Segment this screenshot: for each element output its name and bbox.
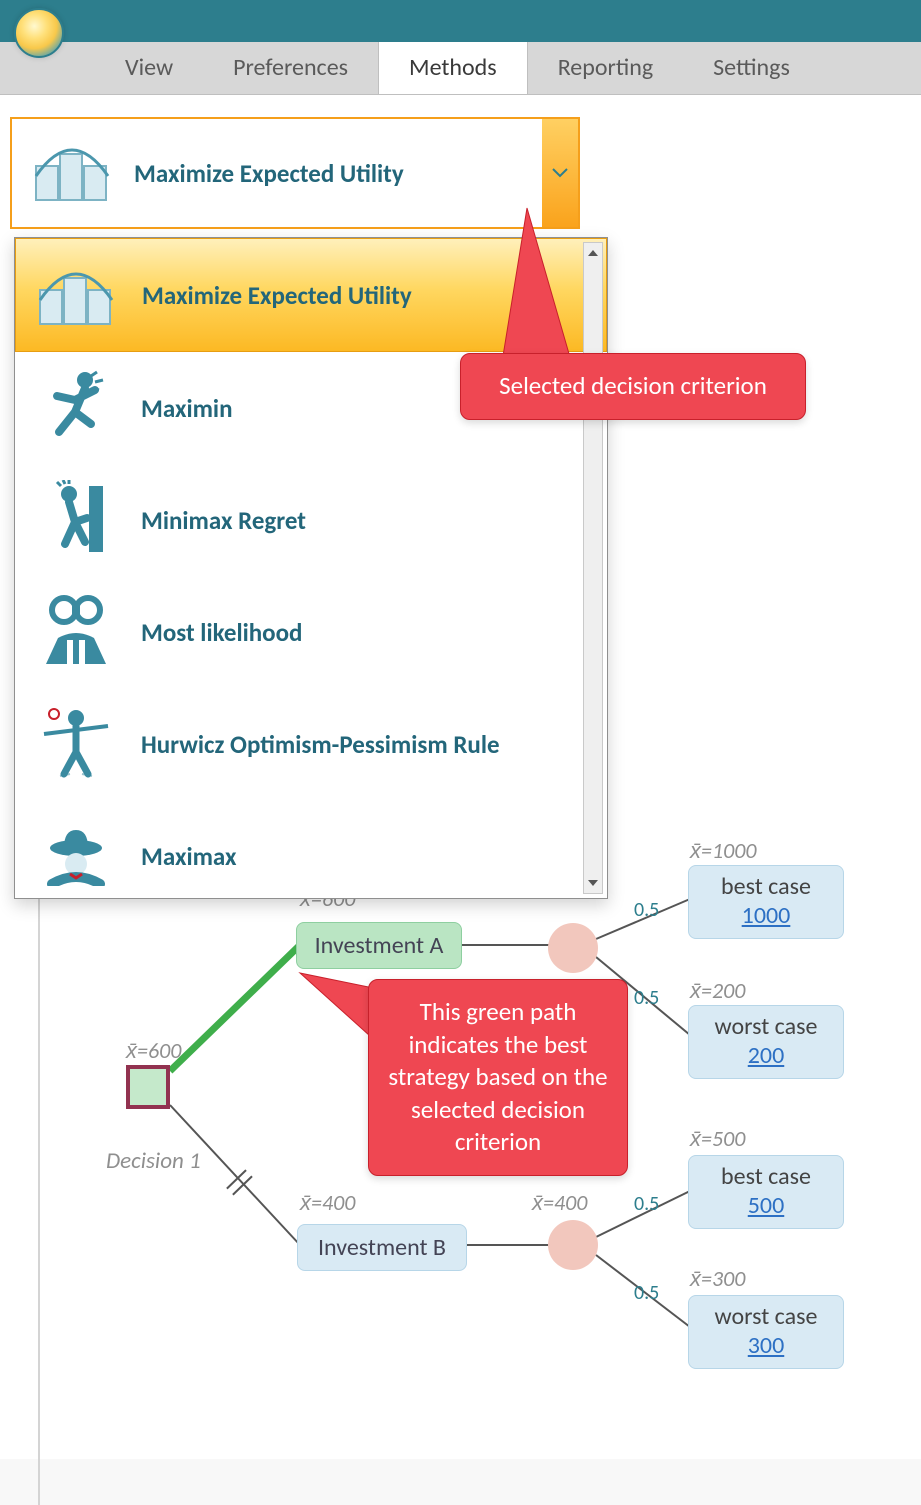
callout-green-path: This green path indicates the best strat… <box>368 979 628 1176</box>
titlebar <box>0 0 921 42</box>
tab-reporting[interactable]: Reporting <box>528 41 683 94</box>
callout-pointer-2 <box>0 95 921 1459</box>
tab-preferences[interactable]: Preferences <box>203 41 378 94</box>
canvas: Maximize Expected Utility Maximize Expec… <box>0 95 921 1459</box>
callout-selected-criterion: Selected decision criterion <box>460 353 806 420</box>
tabbar: View Preferences Methods Reporting Setti… <box>0 42 921 95</box>
app-logo <box>14 8 64 58</box>
tab-view[interactable]: View <box>95 41 203 94</box>
tab-settings[interactable]: Settings <box>683 41 820 94</box>
tab-methods[interactable]: Methods <box>378 40 528 94</box>
